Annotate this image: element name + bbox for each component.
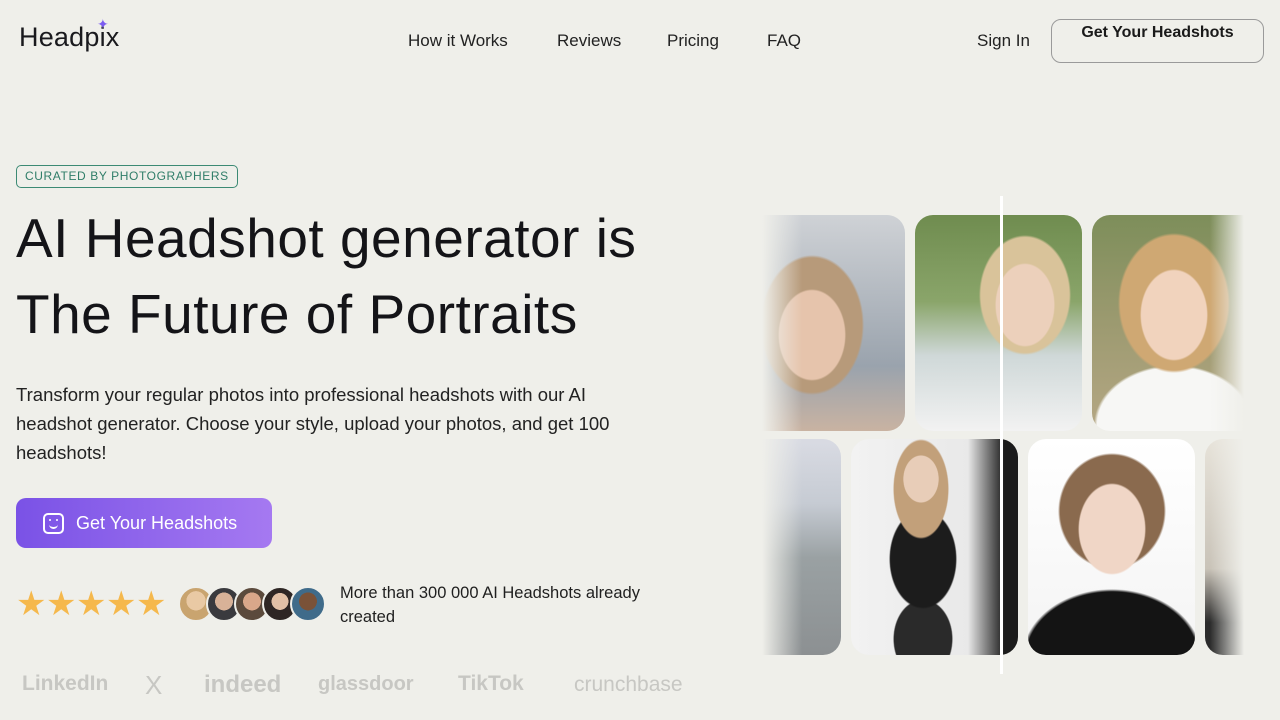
brand-logos: LinkedIn X indeed glassdoor TikTok crunc… <box>0 670 720 701</box>
glassdoor-logo: glassdoor <box>318 673 414 695</box>
customer-avatars <box>178 586 326 622</box>
header-get-headshots-button[interactable]: Get Your Headshots <box>1051 19 1264 63</box>
star-icon: ★ <box>136 585 167 623</box>
collage-fade-left <box>762 196 802 676</box>
sign-in-link[interactable]: Sign In <box>977 31 1030 51</box>
headline-line-2: The Future of Portraits <box>16 283 578 345</box>
smile-icon <box>43 512 64 534</box>
tiktok-logo: TikTok <box>458 672 524 695</box>
nav-faq[interactable]: FAQ <box>767 31 801 51</box>
nav-how-it-works[interactable]: How it Works <box>408 31 508 51</box>
hero-headline: AI Headshot generator is The Future of P… <box>16 200 636 352</box>
headshot-outdoor-transition <box>915 215 1082 431</box>
star-icon: ★ <box>76 585 107 623</box>
nav-reviews[interactable]: Reviews <box>557 31 621 51</box>
x-logo: X <box>145 670 163 700</box>
before-after-divider[interactable] <box>1000 196 1003 674</box>
curated-badge: CURATED BY PHOTOGRAPHERS <box>16 165 238 188</box>
site-header: Headpix ✦ How it Works Reviews Pricing F… <box>0 0 1280 84</box>
hero-get-headshots-button[interactable]: Get Your Headshots <box>16 498 272 548</box>
headshot-collage <box>762 196 1244 676</box>
star-icon: ★ <box>106 585 137 623</box>
headline-line-1: AI Headshot generator is <box>16 207 637 269</box>
nav-pricing[interactable]: Pricing <box>667 31 719 51</box>
hero-cta-label: Get Your Headshots <box>76 512 238 533</box>
indeed-logo: indeed <box>204 671 282 698</box>
collage-fade-right <box>1210 196 1244 676</box>
hero-description: Transform your regular photos into profe… <box>16 384 610 463</box>
headshot-professional-studio <box>1028 439 1195 655</box>
star-icon: ★ <box>16 585 47 623</box>
crunchbase-logo: crunchbase <box>574 673 683 696</box>
avatar <box>290 586 326 622</box>
star-icon: ★ <box>46 585 77 623</box>
linkedin-logo: LinkedIn <box>22 672 109 695</box>
rating-stars: ★ ★ ★ ★ ★ <box>16 585 167 623</box>
headshot-fullbody-black-tee <box>851 439 1018 655</box>
sparkle-icon: ✦ <box>97 16 109 32</box>
social-proof-text: More than 300 000 AI Headshots already c… <box>340 584 640 626</box>
